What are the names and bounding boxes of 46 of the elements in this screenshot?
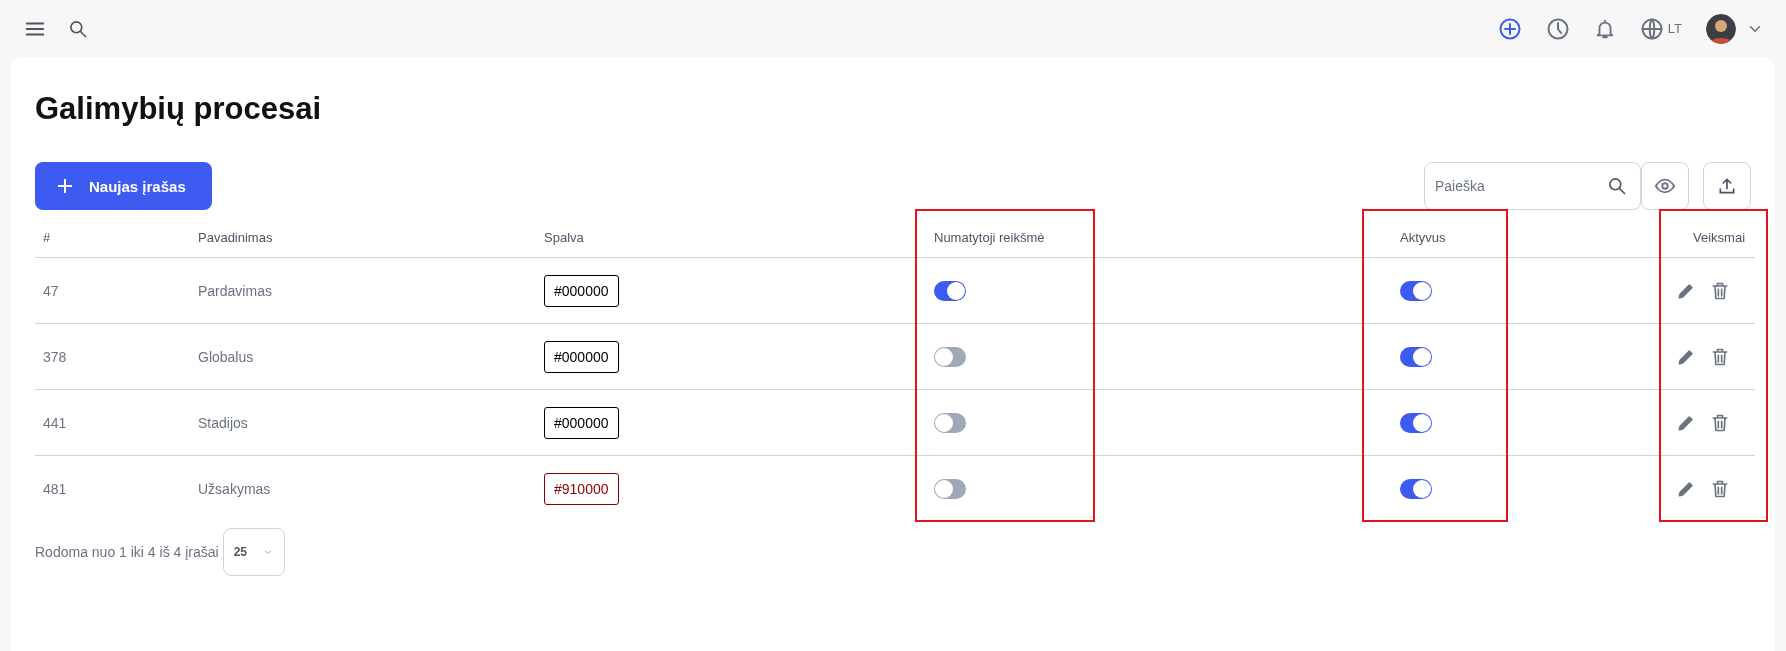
trash-icon[interactable]	[1710, 479, 1730, 499]
process-name: Užsakymas	[198, 481, 271, 497]
process-name: Globalus	[198, 348, 254, 365]
toggle-switch[interactable]	[934, 479, 966, 499]
column-header: Numatytoji reikšmė	[934, 230, 1045, 245]
column-header: Pavadinimas	[198, 230, 273, 245]
toggle-switch[interactable]	[934, 280, 966, 301]
column-header: Spalva	[544, 230, 584, 245]
export-button[interactable]	[1703, 162, 1751, 210]
toggle-switch[interactable]	[1400, 280, 1432, 301]
row-number: 378	[43, 348, 67, 365]
plus-icon	[57, 178, 73, 194]
column-header: #	[43, 230, 51, 245]
plus-circle-icon[interactable]	[1497, 16, 1522, 41]
process-name: Pardavimas	[198, 282, 272, 299]
color-code: #910000	[544, 473, 619, 505]
trash-icon[interactable]	[1710, 346, 1730, 367]
page-size-select[interactable]: 25	[222, 528, 285, 576]
edit-icon[interactable]	[1676, 479, 1696, 499]
upload-icon	[1717, 176, 1737, 196]
search-icon[interactable]	[68, 18, 88, 39]
toggle-switch[interactable]	[1400, 412, 1432, 433]
toggle-switch[interactable]	[1400, 479, 1432, 499]
column-header: Aktyvus	[1400, 230, 1446, 245]
search-field[interactable]: Paieška	[1424, 162, 1641, 210]
color-code: #000000	[544, 340, 619, 373]
pagination-summary: Rodoma nuo 1 iki 4 iš 4 įrašai	[35, 544, 219, 560]
row-number: 47	[43, 282, 59, 299]
color-code: #000000	[544, 406, 619, 439]
page-title: Galimybių procesai	[35, 90, 322, 128]
globe-icon[interactable]	[1639, 16, 1664, 41]
trash-icon[interactable]	[1710, 412, 1730, 433]
process-name: Stadijos	[198, 414, 248, 431]
row-number: 481	[43, 481, 67, 497]
toggle-switch[interactable]	[1400, 346, 1432, 367]
view-button[interactable]	[1641, 162, 1689, 210]
row-number: 441	[43, 414, 67, 431]
clock-icon[interactable]	[1545, 16, 1570, 41]
new-record-button[interactable]: Naujas įrašas	[35, 162, 212, 210]
language-code[interactable]: LT	[1667, 21, 1682, 36]
toggle-switch[interactable]	[934, 412, 966, 433]
column-header: Veiksmai	[1693, 230, 1746, 245]
trash-icon[interactable]	[1710, 280, 1730, 301]
avatar-icon[interactable]	[1706, 13, 1736, 44]
toggle-switch[interactable]	[934, 346, 966, 367]
color-code: #000000	[544, 274, 619, 307]
